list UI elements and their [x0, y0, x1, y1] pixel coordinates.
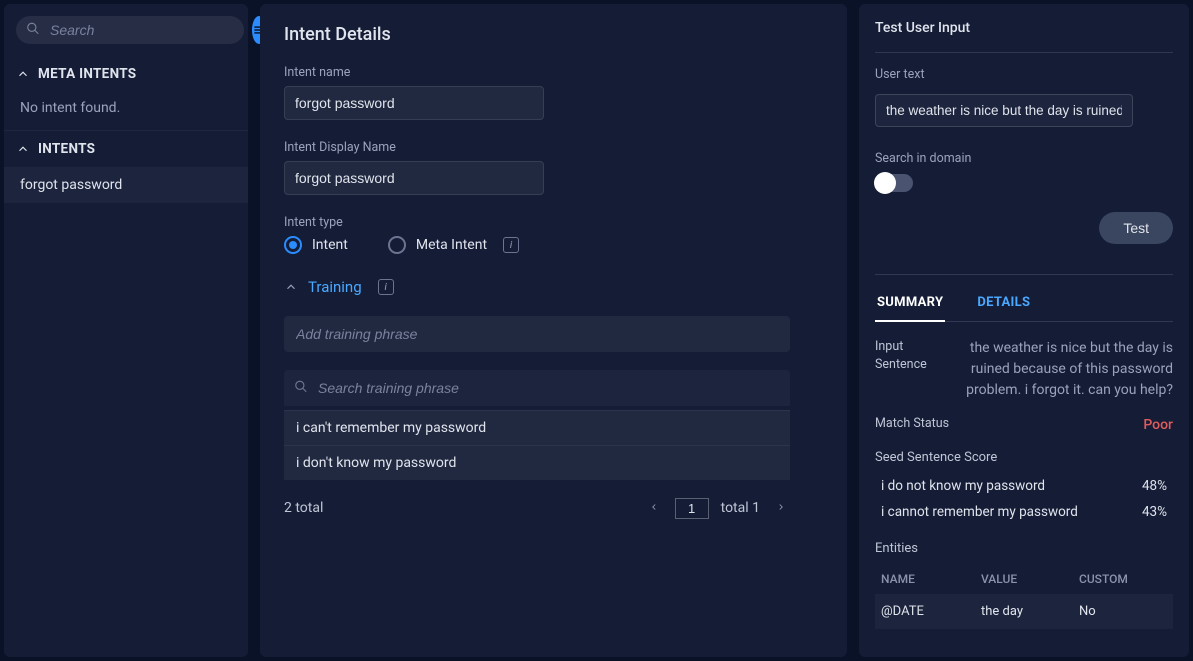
entities-header-custom: CUSTOM [1079, 572, 1167, 586]
entity-value: the day [981, 604, 1079, 619]
training-title: Training [308, 278, 362, 296]
chevron-up-icon [16, 67, 30, 81]
intent-display-label: Intent Display Name [284, 140, 823, 155]
input-sentence-value: the weather is nice but the day is ruine… [947, 338, 1173, 401]
sidebar: META INTENTS No intent found. INTENTS fo… [4, 4, 248, 657]
user-text-label: User text [875, 67, 1173, 82]
test-button[interactable]: Test [1099, 212, 1173, 244]
tab-details[interactable]: DETAILS [975, 289, 1032, 321]
seed-score: 43% [1142, 504, 1167, 520]
test-panel-title: Test User Input [875, 20, 1173, 36]
info-icon[interactable]: i [378, 279, 394, 295]
sidebar-item-intent[interactable]: forgot password [4, 167, 248, 203]
next-page-button[interactable] [772, 496, 790, 520]
training-phrase-row[interactable]: i don't know my password [284, 445, 790, 480]
search-input[interactable] [16, 16, 244, 44]
radio-intent[interactable]: Intent [284, 236, 348, 254]
page-input[interactable] [675, 498, 709, 519]
training-header[interactable]: Training i [284, 278, 823, 296]
intent-display-input[interactable] [284, 161, 544, 195]
seed-text: i do not know my password [881, 478, 1045, 494]
add-training-phrase-input[interactable] [284, 316, 790, 352]
training-phrase-row[interactable]: i can't remember my password [284, 410, 790, 445]
info-icon[interactable]: i [503, 237, 519, 253]
seed-row: i do not know my password 48% [875, 473, 1173, 499]
page-title: Intent Details [284, 24, 823, 45]
meta-intents-empty: No intent found. [4, 92, 248, 131]
entities-header-name: NAME [881, 572, 981, 586]
search-domain-label: Search in domain [875, 151, 1173, 166]
chevron-up-icon [284, 280, 298, 294]
pagination-total: 2 total [284, 500, 323, 516]
radio-meta-intent[interactable]: Meta Intent i [388, 236, 519, 254]
radio-selected-icon [284, 236, 302, 254]
match-status-value: Poor [1143, 415, 1173, 436]
pagination-total-pages: total 1 [721, 500, 760, 516]
seed-text: i cannot remember my password [881, 504, 1078, 520]
chevron-up-icon [16, 142, 30, 156]
user-text-input[interactable] [875, 94, 1133, 127]
radio-unselected-icon [388, 236, 406, 254]
search-training-phrase-input[interactable] [284, 370, 790, 406]
intent-name-label: Intent name [284, 65, 823, 80]
seed-row: i cannot remember my password 43% [875, 499, 1173, 525]
entity-row: @DATE the day No [875, 594, 1173, 629]
seed-score: 48% [1142, 478, 1167, 494]
intent-type-label: Intent type [284, 215, 823, 230]
entity-name: @DATE [881, 604, 981, 619]
intents-title: INTENTS [38, 141, 95, 157]
radio-intent-label: Intent [312, 237, 348, 253]
input-sentence-label: Input Sentence [875, 338, 947, 401]
entities-header-value: VALUE [981, 572, 1079, 586]
meta-intents-title: META INTENTS [38, 66, 136, 82]
seed-score-label: Seed Sentence Score [875, 450, 1173, 465]
match-status-label: Match Status [875, 415, 1143, 436]
radio-meta-label: Meta Intent [416, 237, 487, 253]
entity-custom: No [1079, 604, 1167, 619]
prev-page-button[interactable] [645, 496, 663, 520]
search-domain-toggle[interactable] [875, 174, 913, 192]
intent-name-input[interactable] [284, 86, 544, 120]
meta-intents-header[interactable]: META INTENTS [4, 56, 248, 92]
main-panel: Intent Details Intent name Intent Displa… [260, 4, 847, 657]
entities-label: Entities [875, 541, 1173, 556]
intents-header[interactable]: INTENTS [4, 131, 248, 167]
search-icon [294, 379, 308, 398]
tab-summary[interactable]: SUMMARY [875, 289, 945, 322]
test-panel: Test User Input User text Search in doma… [859, 4, 1189, 657]
